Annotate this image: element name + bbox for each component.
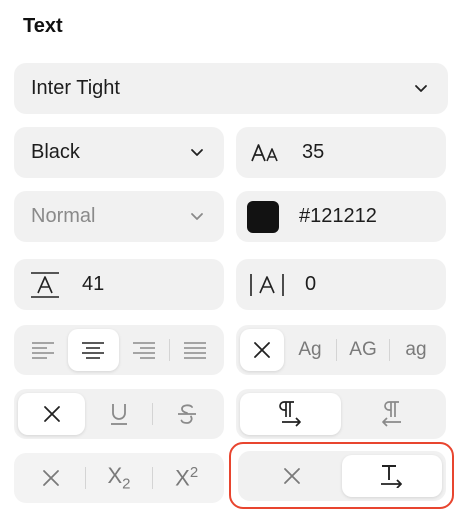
script-none-button[interactable] (18, 457, 85, 499)
font-weight-value: Black (31, 141, 80, 163)
case-upper-button[interactable]: AG (337, 329, 389, 371)
section-title: Text (23, 15, 63, 37)
align-justify-button[interactable] (170, 329, 220, 371)
letter-spacing-value: 0 (305, 273, 317, 295)
direction-group (236, 389, 446, 439)
superscript-button[interactable]: X2 (153, 457, 220, 499)
case-none-button[interactable] (240, 329, 284, 371)
paragraph-rtl-icon (381, 401, 401, 427)
chevron-down-icon (415, 84, 427, 92)
decoration-group (14, 389, 224, 439)
font-family-value: Inter Tight (31, 77, 120, 99)
case-lower-label: ag (405, 339, 427, 360)
align-left-icon (32, 342, 55, 359)
case-title-label: Ag (298, 339, 322, 360)
underline-icon (110, 404, 127, 425)
script-group: X2 X2 (14, 453, 224, 503)
subscript-button[interactable]: X2 (86, 457, 153, 499)
chevron-down-icon (191, 212, 203, 220)
letter-spacing-field[interactable]: 0 (236, 259, 446, 310)
case-title-button[interactable]: Ag (284, 329, 336, 371)
superscript-icon: X2 (175, 464, 198, 491)
subscript-icon: X2 (107, 463, 130, 492)
decoration-none-button[interactable] (18, 393, 85, 435)
strikethrough-icon (177, 404, 196, 424)
chevron-down-icon (191, 148, 203, 156)
close-icon (254, 342, 270, 358)
superscript-digit: 2 (189, 464, 199, 482)
superscript-x: X (175, 465, 190, 491)
underline-button[interactable] (85, 393, 152, 435)
line-height-icon (31, 271, 59, 298)
close-icon (43, 470, 60, 486)
color-field[interactable]: #121212 (236, 191, 446, 242)
subscript-x: X (107, 463, 123, 489)
paragraph-ltr-icon (278, 401, 301, 427)
text-case-group: Ag AG ag (236, 325, 446, 375)
font-style-value: Normal (31, 205, 96, 227)
letter-spacing-icon (250, 273, 284, 296)
align-right-button[interactable] (119, 329, 169, 371)
close-icon (43, 406, 60, 422)
font-size-value: 35 (302, 141, 325, 163)
align-right-icon (132, 342, 155, 359)
strikethrough-button[interactable] (153, 393, 220, 435)
ltr-button[interactable] (240, 393, 341, 435)
font-size-field[interactable]: 35 (236, 127, 446, 178)
font-size-icon (251, 143, 278, 161)
font-weight-select[interactable]: Black (14, 127, 224, 178)
align-left-button[interactable] (18, 329, 68, 371)
text-align-group (14, 325, 224, 375)
align-center-button[interactable] (68, 329, 119, 371)
selection-highlight (229, 442, 454, 509)
color-value: #121212 (299, 205, 377, 227)
rtl-button[interactable] (341, 393, 442, 435)
align-justify-icon (183, 342, 206, 359)
case-upper-label: AG (349, 339, 377, 360)
case-lower-button[interactable]: ag (390, 329, 442, 371)
font-family-select[interactable]: Inter Tight (14, 63, 448, 114)
font-style-select[interactable]: Normal (14, 191, 224, 242)
color-swatch[interactable] (247, 200, 279, 233)
align-center-icon (82, 342, 105, 359)
line-height-field[interactable]: 41 (14, 259, 224, 310)
subscript-digit: 2 (122, 475, 131, 493)
line-height-value: 41 (82, 273, 105, 295)
